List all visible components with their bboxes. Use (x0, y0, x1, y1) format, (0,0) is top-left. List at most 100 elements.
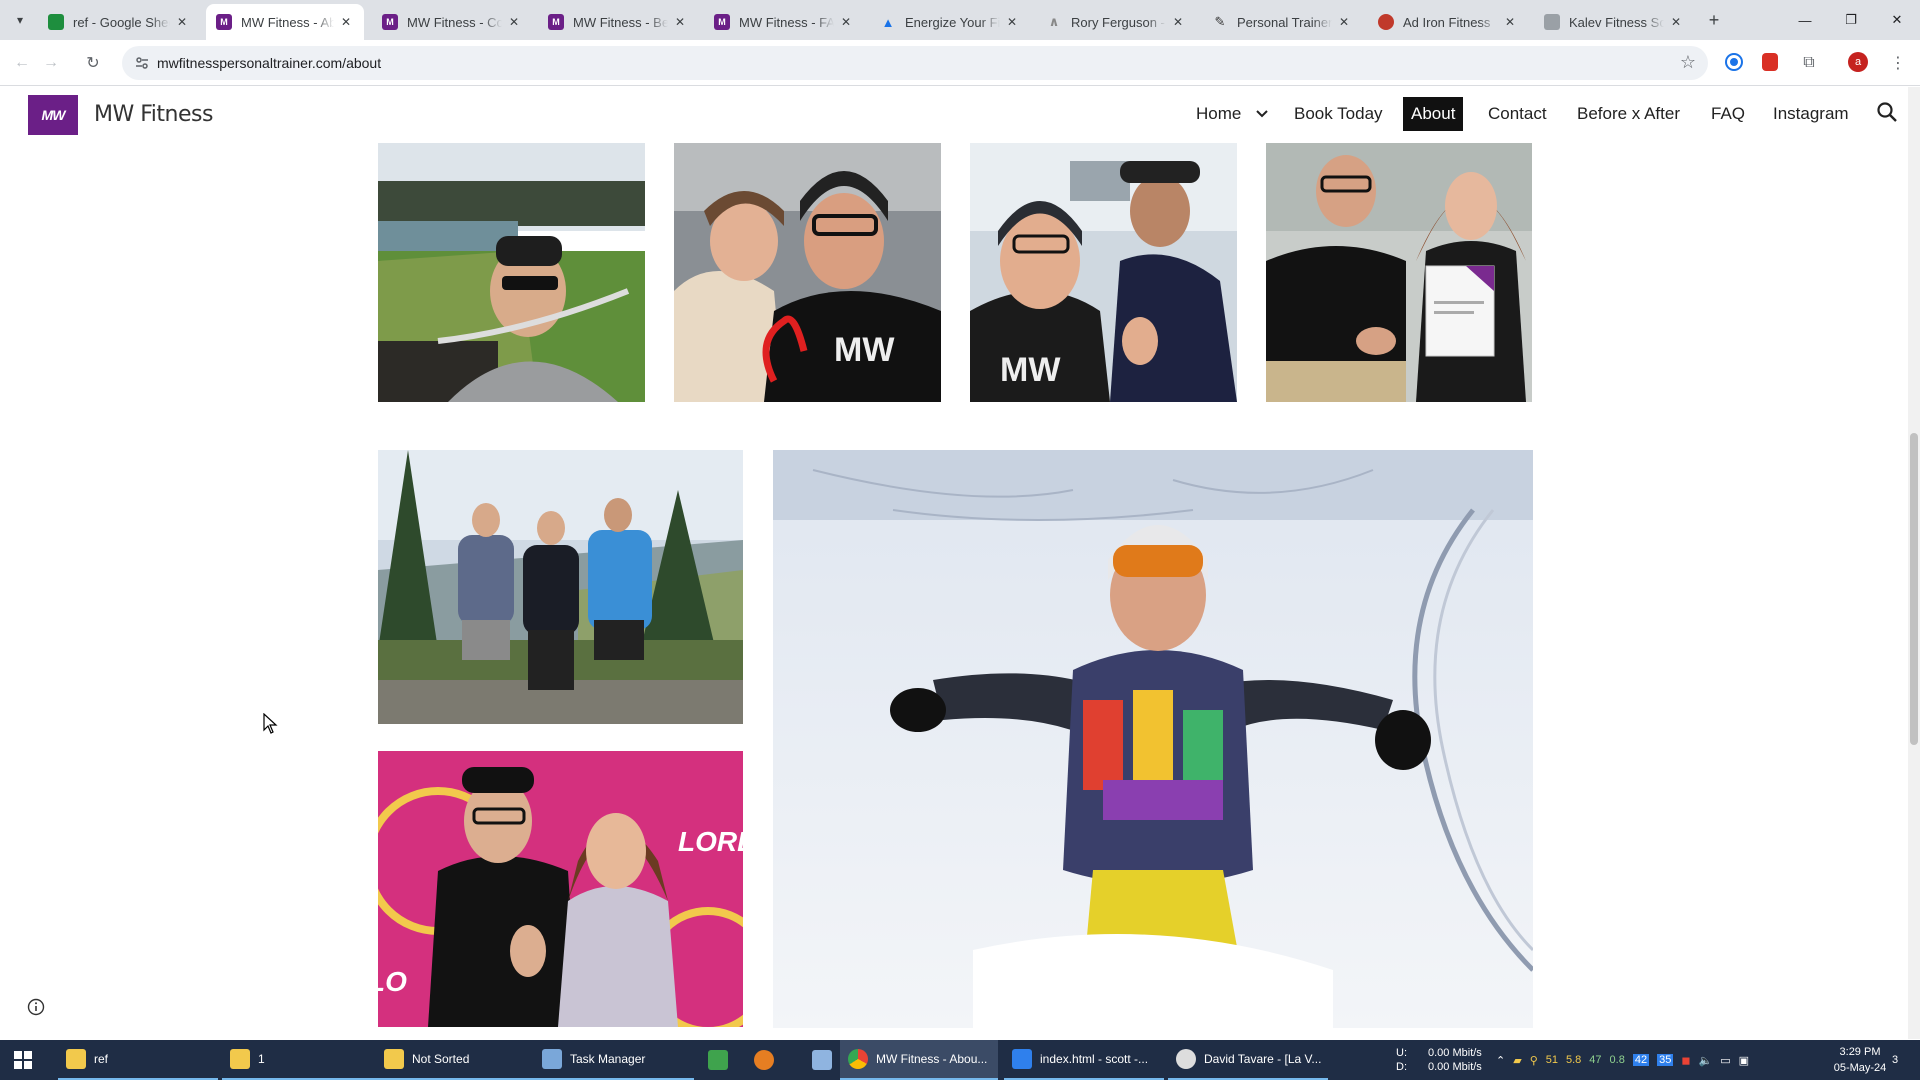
info-icon[interactable] (27, 998, 45, 1016)
tab-close-icon[interactable]: ✕ (1170, 14, 1186, 30)
address-bar[interactable]: mwfitnesspersonaltrainer.com/about ☆ (122, 46, 1708, 80)
network-icon[interactable]: ▣ (1739, 1054, 1749, 1067)
tab-rory-ferguson[interactable]: ∧ Rory Ferguson - Personal Trainer ✕ (1036, 4, 1196, 40)
nav-book-today[interactable]: Book Today (1294, 97, 1383, 131)
taskbar-item-david-tavare[interactable]: David Tavare - [La V... (1168, 1040, 1328, 1080)
taskbar-item-chrome[interactable]: MW Fitness - Abou... (840, 1040, 998, 1080)
scrollbar-thumb[interactable] (1910, 433, 1918, 745)
tray-chevron-up-icon[interactable]: ⌃ (1496, 1054, 1505, 1067)
page-scrollbar[interactable] (1908, 87, 1920, 1039)
photo-gym-thumbs-up: MW (970, 141, 1237, 402)
close-window-button[interactable]: ✕ (1874, 0, 1920, 40)
tab-ad-iron[interactable]: Ad Iron Fitness ✕ (1368, 4, 1528, 40)
nav-instagram[interactable]: Instagram (1773, 97, 1849, 131)
folder-icon (66, 1049, 86, 1069)
new-tab-button[interactable]: + (1702, 8, 1726, 32)
photo-pink-backdrop-pair: LORE LO (378, 751, 743, 1027)
photo-mountain-trio (378, 450, 743, 724)
taskbar-item-vscode[interactable]: index.html - scott -... (1004, 1040, 1164, 1080)
tab-close-icon[interactable]: ✕ (506, 14, 522, 30)
mouse-cursor-icon (263, 713, 278, 734)
extensions-puzzle-icon[interactable]: ⧉ (1796, 50, 1822, 76)
browser-menu-icon[interactable]: ⋮ (1885, 50, 1911, 76)
chevron-down-icon[interactable] (1253, 105, 1271, 123)
tab-mw-faq[interactable]: M MW Fitness - FAQ ✕ (704, 4, 864, 40)
tab-strip: ▾ ref - Google Sheets ✕ M MW Fitness - A… (0, 0, 1920, 40)
nav-home[interactable]: Home (1196, 97, 1241, 131)
vscode-icon (1012, 1049, 1032, 1069)
photo-gym-selfie-pair: MW (674, 141, 941, 402)
tab-search-icon[interactable]: ▾ (8, 8, 32, 32)
taskbar-item-ref[interactable]: ref (58, 1040, 218, 1080)
app-icon (1176, 1049, 1196, 1069)
nav-about[interactable]: About (1403, 97, 1464, 131)
web-page: MW MW LOR O MW MW Fitness Home Book Toda… (0, 87, 1920, 1039)
tab-mw-contact[interactable]: M MW Fitness - Contact ✕ (372, 4, 532, 40)
network-speed-labels: U: D: (1396, 1047, 1407, 1073)
nav-before-after[interactable]: Before x After (1577, 97, 1680, 131)
bookmark-star-icon[interactable]: ☆ (1680, 52, 1696, 73)
nav-contact[interactable]: Contact (1488, 97, 1547, 131)
tray-shield-icon[interactable]: ◼ (1681, 1054, 1690, 1067)
tab-mw-before-after[interactable]: M MW Fitness - Before x After ✕ (538, 4, 698, 40)
tab-close-icon[interactable]: ✕ (838, 14, 854, 30)
energize-icon: ▲ (881, 14, 895, 30)
system-tray: ⌃ ▰ ⚲ 51 5.8 47 0.8 42 35 ◼ 🔈 ▭ ▣ (1496, 1054, 1749, 1067)
chrome-icon (848, 1049, 868, 1069)
app-orange-icon (754, 1050, 774, 1070)
battery-icon[interactable]: ▭ (1720, 1054, 1730, 1067)
search-icon[interactable] (1876, 101, 1898, 123)
tray-search-icon[interactable]: ⚲ (1530, 1054, 1538, 1067)
site-settings-icon[interactable] (134, 55, 150, 71)
taskbar-item-not-sorted[interactable]: Not Sorted (376, 1040, 536, 1080)
rf-icon: ∧ (1048, 14, 1060, 29)
windows-taskbar: ref 1 Not Sorted Task Manager MW Fitness… (0, 1040, 1920, 1080)
taskbar-item-notepad-green[interactable] (700, 1040, 734, 1080)
tab-close-icon[interactable]: ✕ (1668, 14, 1684, 30)
site-header: MW MW Fitness Home Book Today About Cont… (0, 87, 1920, 143)
reload-button[interactable]: ↻ (80, 50, 106, 76)
taskbar-item-1[interactable]: 1 (222, 1040, 382, 1080)
kalev-icon (1544, 14, 1560, 30)
tab-energize[interactable]: ▲ Energize Your Fitness ✕ (870, 4, 1030, 40)
tab-close-icon[interactable]: ✕ (672, 14, 688, 30)
mw-logo-icon: M (216, 14, 232, 30)
tab-close-icon[interactable]: ✕ (1004, 14, 1020, 30)
svg-text:MW: MW (1000, 351, 1061, 389)
tab-mw-about[interactable]: M MW Fitness - About ✕ (206, 4, 364, 40)
extension-shield-icon[interactable] (1762, 53, 1778, 71)
svg-text:MW: MW (834, 331, 895, 369)
minimize-button[interactable]: — (1782, 0, 1828, 40)
tab-personal-trainer[interactable]: ✎ Personal Trainer Website ✕ (1202, 4, 1362, 40)
tab-close-icon[interactable]: ✕ (174, 14, 190, 30)
notification-center-icon[interactable]: 3 (1880, 1040, 1910, 1080)
tray-folder-icon[interactable]: ▰ (1513, 1054, 1521, 1067)
tab-ref-sheets[interactable]: ref - Google Sheets ✕ (38, 4, 200, 40)
svg-text:LORE: LORE (678, 826, 743, 857)
back-button[interactable]: ← (9, 50, 35, 76)
photo-lake-cyclist-selfie (378, 141, 645, 402)
folder-icon (230, 1049, 250, 1069)
forward-button[interactable]: → (38, 50, 64, 76)
taskbar-item-task-manager[interactable]: Task Manager (534, 1040, 694, 1080)
tab-close-icon[interactable]: ✕ (338, 14, 354, 30)
windows-logo-icon (14, 1051, 32, 1069)
iron-icon (1378, 14, 1394, 30)
tab-kalev[interactable]: Kalev Fitness Solutions ✕ (1534, 4, 1694, 40)
taskbar-item-notepad[interactable] (804, 1040, 838, 1080)
sheets-icon (48, 14, 64, 30)
tab-close-icon[interactable]: ✕ (1502, 14, 1518, 30)
tab-close-icon[interactable]: ✕ (1336, 14, 1352, 30)
tools-icon: ✎ (1214, 14, 1226, 29)
network-speed-meter: 0.00 Mbit/s 0.00 Mbit/s (1428, 1047, 1482, 1073)
notepad-green-icon (708, 1050, 728, 1070)
notepad-icon (812, 1050, 832, 1070)
svg-text:LO: LO (378, 966, 407, 997)
profile-avatar[interactable]: a (1848, 52, 1868, 72)
nav-faq[interactable]: FAQ (1711, 97, 1745, 131)
volume-icon[interactable]: 🔈 (1698, 1054, 1712, 1067)
extension-blue-icon[interactable] (1727, 55, 1741, 69)
restore-button[interactable]: ❐ (1828, 0, 1874, 40)
taskbar-item-orange-app[interactable] (746, 1040, 780, 1080)
start-button[interactable] (0, 1040, 46, 1080)
